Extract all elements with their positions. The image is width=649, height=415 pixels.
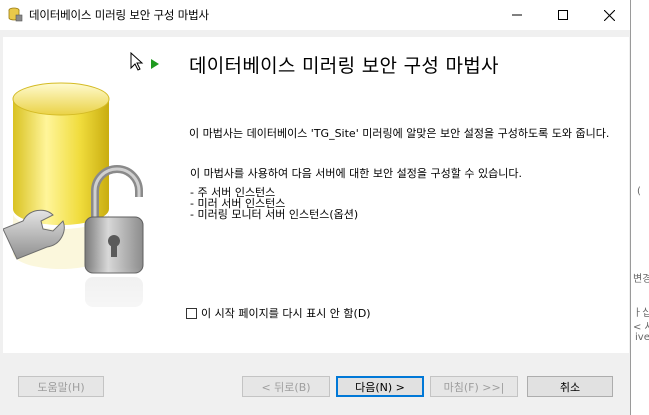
dont-show-again-option[interactable]: 이 시작 페이지를 다시 표시 안 함(D) — [186, 305, 371, 321]
wizard-window: 데이터베이스 미러링 보안 구성 마법사 데이터베이스 미러링 보안 구성 마법… — [0, 0, 631, 415]
close-icon — [603, 9, 615, 21]
dont-show-again-label[interactable]: 이 시작 페이지를 다시 표시 안 함(D) — [201, 305, 371, 321]
app-icon — [8, 7, 23, 22]
maximize-icon — [558, 10, 568, 20]
wizard-page: 데이터베이스 미러링 보안 구성 마법사 이 마법사는 데이터베이스 'TG_S… — [3, 37, 629, 353]
usage-text: 이 마법사를 사용하여 다음 서버에 대한 보안 설정을 구성할 수 있습니다. — [190, 167, 522, 180]
database-security-illustration — [3, 37, 163, 353]
cancel-button[interactable]: 취소 — [527, 376, 613, 397]
next-button[interactable]: 다음(N) > — [336, 376, 424, 397]
maximize-button[interactable] — [540, 0, 586, 30]
mouse-cursor-icon — [130, 52, 144, 71]
list-item: - 미러링 모니터 서버 인스턴스(옵션) — [190, 208, 359, 221]
dont-show-again-checkbox[interactable] — [186, 307, 197, 319]
window-title: 데이터베이스 미러링 보안 구성 마법사 — [29, 8, 209, 22]
help-button[interactable]: 도움말(H) — [18, 376, 104, 397]
background-text: ㅏ십 — [633, 308, 649, 319]
current-step-arrow-icon — [151, 59, 159, 69]
finish-button[interactable]: 마침(F) >>| — [430, 376, 518, 397]
minimize-icon — [512, 14, 522, 16]
server-list: - 주 서버 인스턴스 - 미러 서버 인스턴스 - 미러링 모니터 서버 인스… — [190, 187, 358, 220]
background-text: ive — [635, 332, 649, 343]
back-button[interactable]: < 뒤로(B) — [242, 376, 330, 397]
close-button[interactable] — [586, 0, 632, 30]
background-window: ( 변경 ㅏ십 < 사 ive — [631, 0, 649, 415]
intro-text: 이 마법사는 데이터베이스 'TG_Site' 미러링에 알맞은 보안 설정을 … — [189, 127, 610, 140]
background-text: < 사 — [633, 322, 649, 333]
minimize-button[interactable] — [494, 0, 540, 30]
background-text: ( — [637, 186, 641, 197]
title-bar[interactable]: 데이터베이스 미러링 보안 구성 마법사 — [0, 0, 630, 30]
background-text: 변경 — [633, 274, 649, 285]
page-heading: 데이터베이스 미러링 보안 구성 마법사 — [189, 55, 499, 77]
